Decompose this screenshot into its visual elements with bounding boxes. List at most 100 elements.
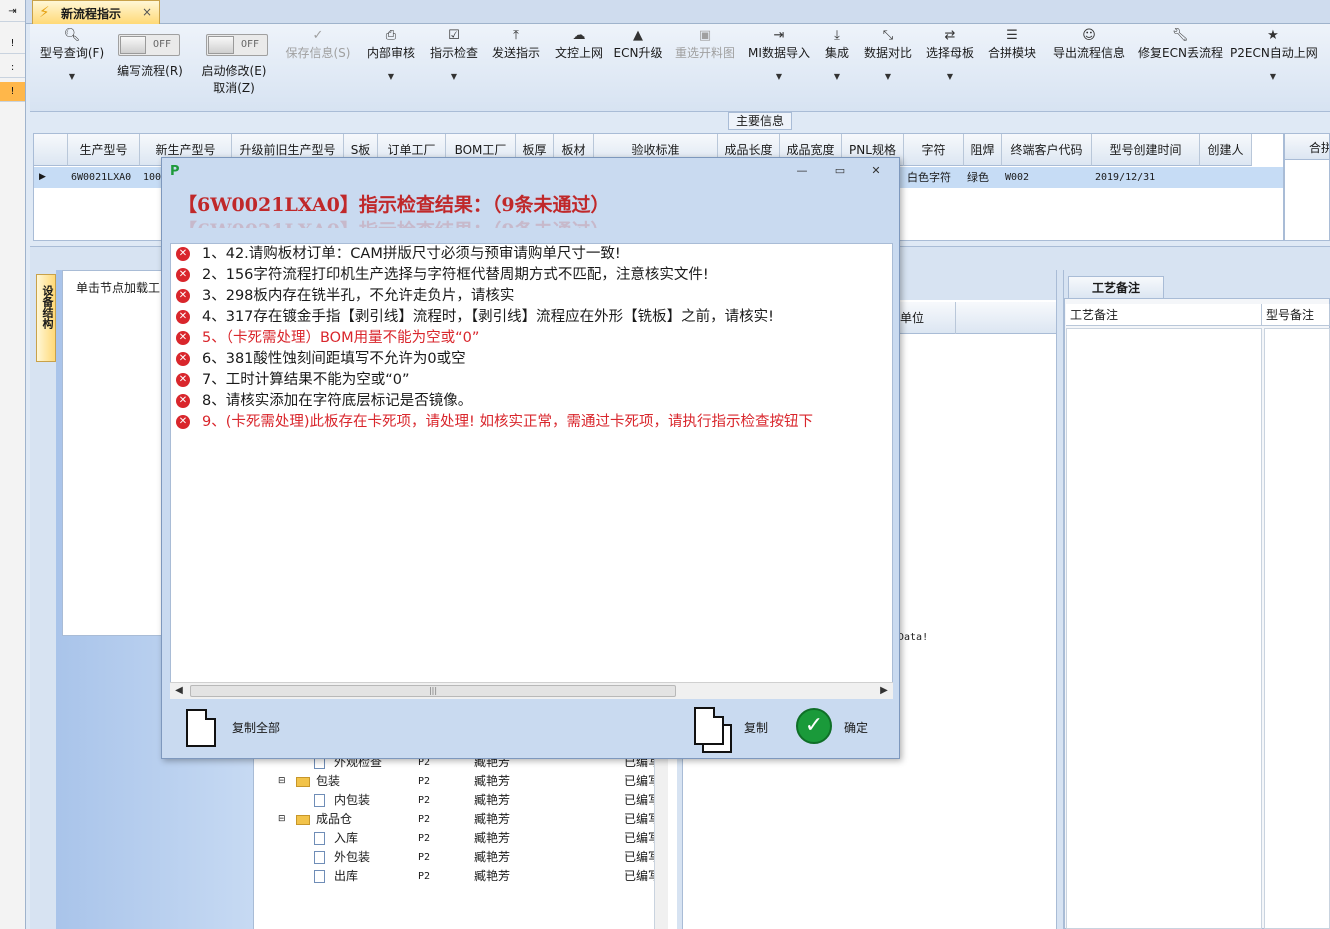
select-motherboard-button[interactable]: ⇄ 选择母板 ▼ (923, 28, 977, 98)
row-pointer-icon: ▶ (39, 172, 46, 182)
tree-row[interactable]: ⊟ 包装 P2 臧艳芳 已编写 (254, 772, 674, 791)
image-icon: ▣ (698, 28, 712, 43)
list-item[interactable]: ✕ 1、42.请购板材订单：CAM拼版尺寸必须与预审请购单尺寸一致! (171, 244, 892, 265)
list-item[interactable]: ✕ 9、(卡死需处理)此板存在卡死项，请处理! 如核实正常，需通过卡死项，请执行指… (171, 412, 892, 433)
mi-data-import-button[interactable]: ⇥ MI数据导入 ▼ (746, 28, 812, 98)
p2ecn-auto-online-button[interactable]: ★ P2ECN自动上网 ▼ (1230, 28, 1318, 98)
cancel-modify-label[interactable]: 取消(Z) (194, 79, 274, 96)
combine-module-button[interactable]: ☰ 合拼模块 (985, 28, 1039, 98)
cell-char[interactable]: 白色字符 (904, 167, 964, 188)
tab-bar (26, 0, 1330, 24)
model-notes-textbox[interactable] (1264, 328, 1330, 929)
tab-new-flow[interactable]: ⚡ 新流程指示 × (32, 0, 160, 24)
scroll-right-icon[interactable]: ▶ (877, 684, 891, 698)
close-icon[interactable]: ✕ (866, 164, 886, 180)
model-query-button[interactable]: 🔍︎ 型号查询(F) ▼ (36, 28, 108, 98)
copy-button[interactable]: 复制 (690, 705, 782, 753)
left-strip: ⇥ ! : ! (0, 0, 26, 929)
maximize-icon[interactable]: ▭ (830, 164, 850, 180)
lightning-icon: ⚡ (39, 3, 50, 21)
dialog-heading: 【6W0021LXA0】指示检查结果：（9条未通过） (178, 194, 610, 216)
model-notes-header[interactable]: 型号备注 (1262, 304, 1330, 326)
upload-icon: ⤒ (513, 28, 519, 43)
login-icon[interactable]: ⇥ (0, 2, 25, 22)
combine-header[interactable]: 合拼 (1285, 134, 1329, 160)
dialog-titlebar[interactable]: P — ▭ ✕ (162, 158, 899, 186)
left-strip-item-1[interactable]: ! (0, 34, 25, 54)
integrate-button[interactable]: ⤓ 集成 ▼ (820, 28, 854, 98)
collapse-icon[interactable]: ⊟ (278, 772, 286, 791)
tab-craft-notes[interactable]: 工艺备注 (1068, 276, 1164, 298)
list-item[interactable]: ✕ 2、156字符流程打印机生产选择与字符框代替周期方式不匹配，注意核实文件! (171, 265, 892, 286)
copy-all-button[interactable]: 复制全部 (184, 705, 294, 751)
list-item[interactable]: ✕ 8、请核实添加在字符底层标记是否镜像。 (171, 391, 892, 412)
error-icon: ✕ (176, 331, 190, 345)
tab-close-icon[interactable]: × (142, 5, 152, 19)
export-flow-info-button[interactable]: ☺ 导出流程信息 (1048, 28, 1130, 98)
tree-row[interactable]: ⊟ 成品仓 P2 臧艳芳 已编写 (254, 810, 674, 829)
ecn-upgrade-button[interactable]: ▲ ECN升级 (613, 28, 663, 98)
list-item[interactable]: ✕ 7、工时计算结果不能为空或“0” (171, 370, 892, 391)
column-header[interactable]: 创建人 (1200, 134, 1252, 166)
column-header[interactable]: 字符 (904, 134, 964, 166)
dialog-heading-reflection: 【6W0021LXA0】指示检查结果：（9条未通过） (178, 216, 610, 228)
craft-notes-header[interactable]: 工艺备注 (1066, 304, 1262, 326)
cell-created-time[interactable]: 2019/12/31 (1092, 167, 1200, 188)
list-item[interactable]: ✕ 4、317存在镀金手指【剥引线】流程时，【剥引线】流程应在外形【铣板】之前，请… (171, 307, 892, 328)
list-item[interactable]: ✕ 3、298板内存在铣半孔，不允许走负片，请核实 (171, 286, 892, 307)
doc-control-online-button[interactable]: ☁ 文控上网 (552, 28, 606, 98)
file-icon (314, 870, 325, 883)
minimize-icon[interactable]: — (792, 164, 812, 180)
error-icon: ✕ (176, 289, 190, 303)
column-header[interactable]: 终端客户代码 (1002, 134, 1092, 166)
save-info-button[interactable]: ✓ 保存信息(S) (282, 28, 354, 98)
cell-solder[interactable]: 绿色 (964, 167, 1002, 188)
tree-row[interactable]: 外包装 P2 臧艳芳 已编写 (254, 848, 674, 867)
scroll-left-icon[interactable]: ◀ (172, 684, 186, 698)
left-strip-item-2[interactable]: : (0, 58, 25, 78)
tree-row[interactable]: 内包装 P2 臧艳芳 已编写 (254, 791, 674, 810)
column-header[interactable]: 生产型号 (68, 134, 140, 166)
column-header[interactable]: 阻焊 (964, 134, 1002, 166)
tree-vertical-scrollbar[interactable] (654, 752, 668, 929)
send-instruction-button[interactable]: ⤒ 发送指示 (489, 28, 543, 98)
list-item[interactable]: ✕ 6、381酸性蚀刻间距填写不允许为0或空 (171, 349, 892, 370)
craft-notes-textbox[interactable] (1066, 328, 1262, 929)
check-result-list[interactable]: ✕ 1、42.请购板材订单：CAM拼版尺寸必须与预审请购单尺寸一致! ✕ 2、156… (170, 243, 893, 699)
start-modify-toggle[interactable]: OFF (206, 34, 268, 56)
tree-row[interactable]: 入库 P2 臧艳芳 已编写 (254, 829, 674, 848)
save-icon: ✓ (312, 28, 324, 43)
error-icon: ✕ (176, 310, 190, 324)
error-icon: ✕ (176, 415, 190, 429)
error-icon: ✕ (176, 373, 190, 387)
model-query-label: 型号查询(F) (39, 46, 105, 60)
list-item[interactable]: ✕ 5、（卡死需处理）BOM用量不能为空或“0” (171, 328, 892, 349)
device-tree-box[interactable] (62, 270, 162, 636)
reselect-cutting-button[interactable]: ▣ 重选开料图 (672, 28, 738, 98)
column-header[interactable]: 型号创建时间 (1092, 134, 1200, 166)
cell-production-model[interactable]: 6W0021LXA0 (68, 167, 140, 188)
checkmark-icon: ✓ (796, 708, 832, 744)
dropdown-arrow-icon: ▼ (68, 72, 76, 81)
cell-customer-code[interactable]: W002 (1002, 167, 1092, 188)
instruction-check-button[interactable]: ☑ 指示检查 ▼ (427, 28, 481, 98)
ecn-icon: ▲ (633, 28, 643, 43)
tab-device-structure[interactable]: 设备结构 (36, 274, 56, 362)
scrollbar-thumb[interactable]: ||| (190, 685, 676, 697)
download-icon: ⤓ (834, 28, 840, 43)
panel-splitter[interactable] (1056, 270, 1064, 929)
edit-flow-toggle[interactable]: OFF (118, 34, 180, 56)
check-icon: ☑ (448, 28, 460, 43)
repair-ecn-flow-button[interactable]: 🔧︎ 修复ECN丢流程 (1138, 28, 1223, 98)
app-logo-icon: P (170, 164, 180, 179)
internal-review-button[interactable]: ⎙ 内部审核 ▼ (364, 28, 418, 98)
tree-row[interactable]: 出库 P2 臧艳芳 已编写 (254, 867, 674, 886)
smile-icon: ☺ (1082, 28, 1096, 43)
unit-column-header[interactable]: 单位 (896, 302, 956, 334)
file-icon (314, 832, 325, 845)
combine-grid: 合拼 (1284, 133, 1330, 241)
left-strip-item-3[interactable]: ! (0, 82, 25, 102)
collapse-icon[interactable]: ⊟ (278, 810, 286, 829)
data-compare-button[interactable]: ⤡ 数据对比 ▼ (861, 28, 915, 98)
horizontal-scrollbar[interactable]: ◀ ||| ▶ (170, 682, 893, 699)
